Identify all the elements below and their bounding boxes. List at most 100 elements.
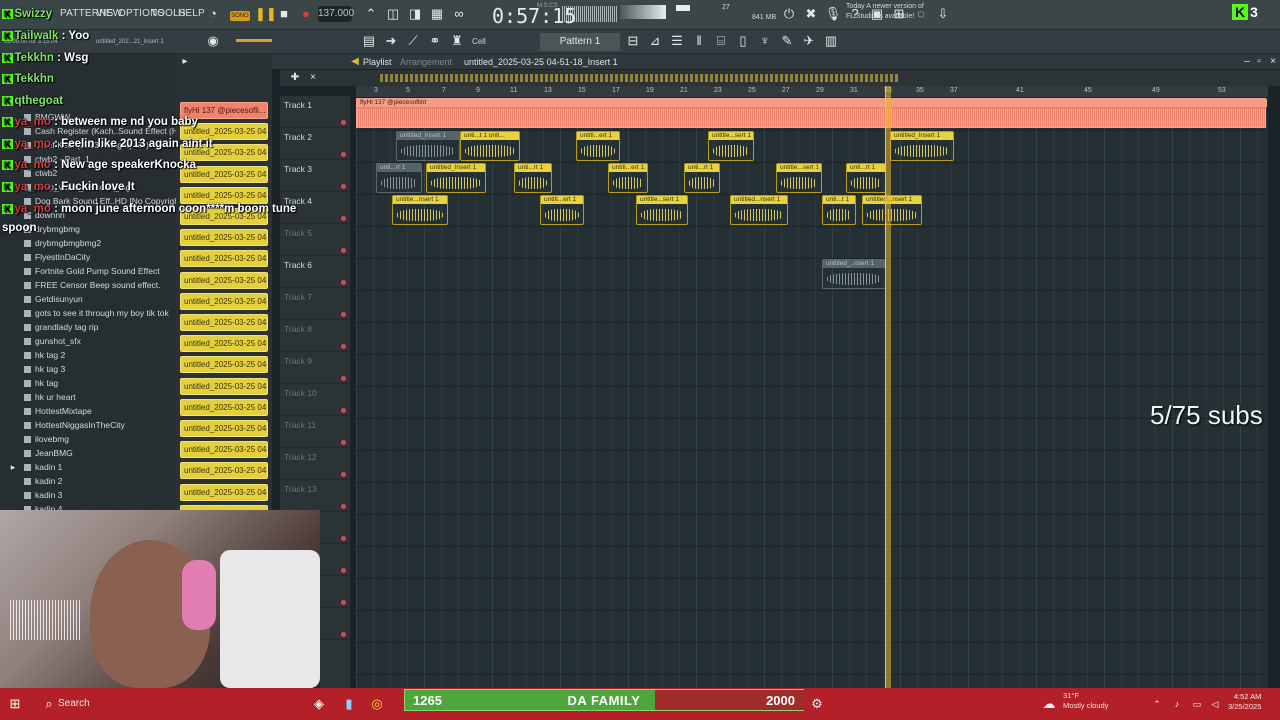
browser-item[interactable]: Fortnite Gold Pump Sound Effect — [24, 264, 160, 278]
browser-icon[interactable]: ⌸ — [712, 32, 730, 50]
tempo-display[interactable]: 137.000 — [318, 6, 354, 22]
start-icon[interactable]: ⊞ — [6, 695, 24, 713]
chat-username[interactable]: Tekkhn — [15, 52, 54, 64]
timeline-ruler[interactable]: 3579111315171921232527293133353741454953 — [356, 86, 1268, 98]
clip-source-item[interactable]: untitled_2025-03-25 04- — [180, 356, 268, 374]
master-volume-slider[interactable] — [620, 5, 666, 19]
track-header[interactable]: Track 5 — [280, 224, 350, 256]
track-header[interactable]: Track 1 — [280, 96, 350, 128]
track-mute-indicator[interactable] — [341, 408, 346, 413]
track-header[interactable]: Track 3 — [280, 160, 350, 192]
audio-clip[interactable]: untitled_Insert 1 — [426, 163, 486, 193]
track1-audio-clip[interactable]: flyHi 137 @piecesoflint — [356, 98, 1267, 128]
audio-clip[interactable]: untitled...nsert 1 — [862, 195, 922, 225]
download-icon[interactable]: ⇩ — [934, 5, 952, 23]
playlist-close-icon[interactable]: × — [304, 69, 322, 87]
clip-source-item[interactable]: untitled_2025-03-25 04- — [180, 398, 268, 416]
chat-username[interactable]: ya_mo — [15, 181, 51, 193]
blend-icon[interactable]: ▦ — [428, 5, 446, 23]
audio-clip[interactable]: unti...t 1 — [822, 195, 856, 225]
clip-source-item[interactable]: untitled_2025-03-25 04- — [180, 229, 268, 247]
chat-username[interactable]: ya_mo — [15, 138, 51, 150]
track-mute-indicator[interactable] — [341, 600, 346, 605]
track-mute-indicator[interactable] — [341, 472, 346, 477]
browser-item[interactable]: Getdisunyun — [24, 292, 83, 306]
track-mute-indicator[interactable] — [341, 120, 346, 125]
browser-item[interactable]: hk tag 2 — [24, 348, 65, 362]
playhead[interactable] — [885, 86, 891, 688]
track-header[interactable]: Track 2 — [280, 128, 350, 160]
stop-icon[interactable]: ■ — [275, 5, 293, 23]
metronome-icon[interactable]: ⌃ — [362, 5, 380, 23]
clip-source-item[interactable]: untitled_2025-03-25 04- — [180, 335, 268, 353]
arrangement-name[interactable]: untitled_2025-03-25 04-51-18_Insert 1 — [464, 57, 618, 67]
panic-icon[interactable]: ⏻ — [780, 5, 798, 23]
clip-source-item[interactable]: untitled_2025-03-25 04- — [180, 377, 268, 395]
tool-icon[interactable]: ✎ — [778, 32, 796, 50]
audio-clip[interactable]: untitle...sert 1 — [708, 131, 754, 161]
browser-item[interactable]: hk ur heart — [24, 390, 76, 404]
browser-item[interactable]: gunshot_sfx — [24, 334, 81, 348]
playlist-grid[interactable]: flyHi 137 @piecesoflint untitled_Insert … — [356, 98, 1268, 688]
stamp-icon[interactable]: ♜ — [448, 32, 466, 50]
track-header[interactable]: Track 9 — [280, 352, 350, 384]
track-mute-indicator[interactable] — [341, 152, 346, 157]
track-mute-indicator[interactable] — [341, 376, 346, 381]
browser-item[interactable]: kadin 1 — [24, 460, 62, 474]
volume-icon[interactable]: ◁ — [1206, 695, 1224, 713]
audio-clip[interactable]: unti...rt 1 — [684, 163, 720, 193]
tray-mic-icon[interactable]: ♪ — [1168, 695, 1186, 713]
browser-item[interactable]: JeanBMG — [24, 446, 73, 460]
chat-username[interactable]: ya_mo — [15, 159, 51, 171]
pattern-selector[interactable]: Pattern 1 — [540, 33, 620, 51]
track-header[interactable]: Track 8 — [280, 320, 350, 352]
audio-clip[interactable]: untitl...ert 1 — [608, 163, 648, 193]
snap-icon[interactable]: ✚ — [286, 69, 304, 87]
browser-item[interactable]: grandlady tag rip — [24, 320, 98, 334]
clip-source-item[interactable]: untitled_2025-03-25 04- — [180, 250, 268, 268]
clip-source-item[interactable]: untitled_2025-03-25 04- — [180, 292, 268, 310]
close-icon[interactable]: × — [1264, 53, 1280, 71]
mixer-view-icon[interactable]: ‖ — [690, 32, 708, 50]
piano-roll-icon[interactable]: ▤ — [360, 32, 378, 50]
track-header[interactable]: Track 6 — [280, 256, 350, 288]
weather-widget[interactable]: 31°F Mostly cloudy — [1063, 691, 1108, 711]
audio-clip[interactable]: unti...rt 1 — [376, 163, 422, 193]
audio-clip[interactable]: untitled_Insert 1 — [396, 131, 460, 161]
audio-clip[interactable]: untitl...ert 1 — [576, 131, 620, 161]
menu-help[interactable]: HELP — [178, 8, 205, 19]
audio-clip[interactable]: unti...rt 1 — [846, 163, 886, 193]
settings-icon[interactable]: ⚙ — [808, 695, 826, 713]
track-mute-indicator[interactable] — [341, 440, 346, 445]
chat-username[interactable]: ya_mo — [15, 116, 51, 128]
loop-record-icon[interactable]: ∞ — [450, 5, 468, 23]
tool-arrow-icon[interactable]: ▸ — [176, 53, 194, 71]
browser-item[interactable]: drybmgbmgbmg2 — [24, 236, 101, 250]
track-header[interactable]: Track 13 — [280, 480, 350, 512]
audio-clip[interactable]: unti...t 1 unti... — [460, 131, 520, 161]
overview-strip[interactable] — [380, 74, 900, 82]
track-mute-indicator[interactable] — [341, 568, 346, 573]
pitch-slider[interactable] — [236, 39, 272, 42]
taskbar-clock[interactable]: 4:52 AM 3/25/2025 — [1228, 692, 1261, 712]
clip-source-item[interactable]: untitled_2025-03-25 04- — [180, 483, 268, 501]
chat-username[interactable]: Tailwalk — [15, 30, 59, 42]
mic-icon[interactable]: 🎙 — [824, 5, 842, 23]
browser-item[interactable]: ilovebmg — [24, 432, 69, 446]
channel-rack-icon[interactable]: ☰ — [668, 32, 686, 50]
track-mute-indicator[interactable] — [341, 216, 346, 221]
track-mute-indicator[interactable] — [341, 248, 346, 253]
playlist-icon[interactable]: ⊟ — [624, 32, 642, 50]
clip-source-item[interactable]: untitled_2025-03-25 04- — [180, 441, 268, 459]
track-header[interactable]: Track 12 — [280, 448, 350, 480]
track-mute-indicator[interactable] — [341, 312, 346, 317]
clip-source-item[interactable]: untitled_2025-03-25 04- — [180, 420, 268, 437]
browser-item[interactable]: FREE Censor Beep sound effect. — [24, 278, 161, 292]
folder-expand-icon[interactable]: ▸ — [4, 458, 22, 476]
track-header[interactable]: Track 11 — [280, 416, 350, 448]
audio-clip[interactable]: untitl...ert 1 — [540, 195, 584, 225]
track-mute-indicator[interactable] — [341, 632, 346, 637]
audio-clip[interactable]: untitled_..nsert 1 — [822, 259, 886, 289]
song-mode-button[interactable]: SONG — [230, 11, 250, 21]
browser-item[interactable]: hk tag — [24, 376, 58, 390]
